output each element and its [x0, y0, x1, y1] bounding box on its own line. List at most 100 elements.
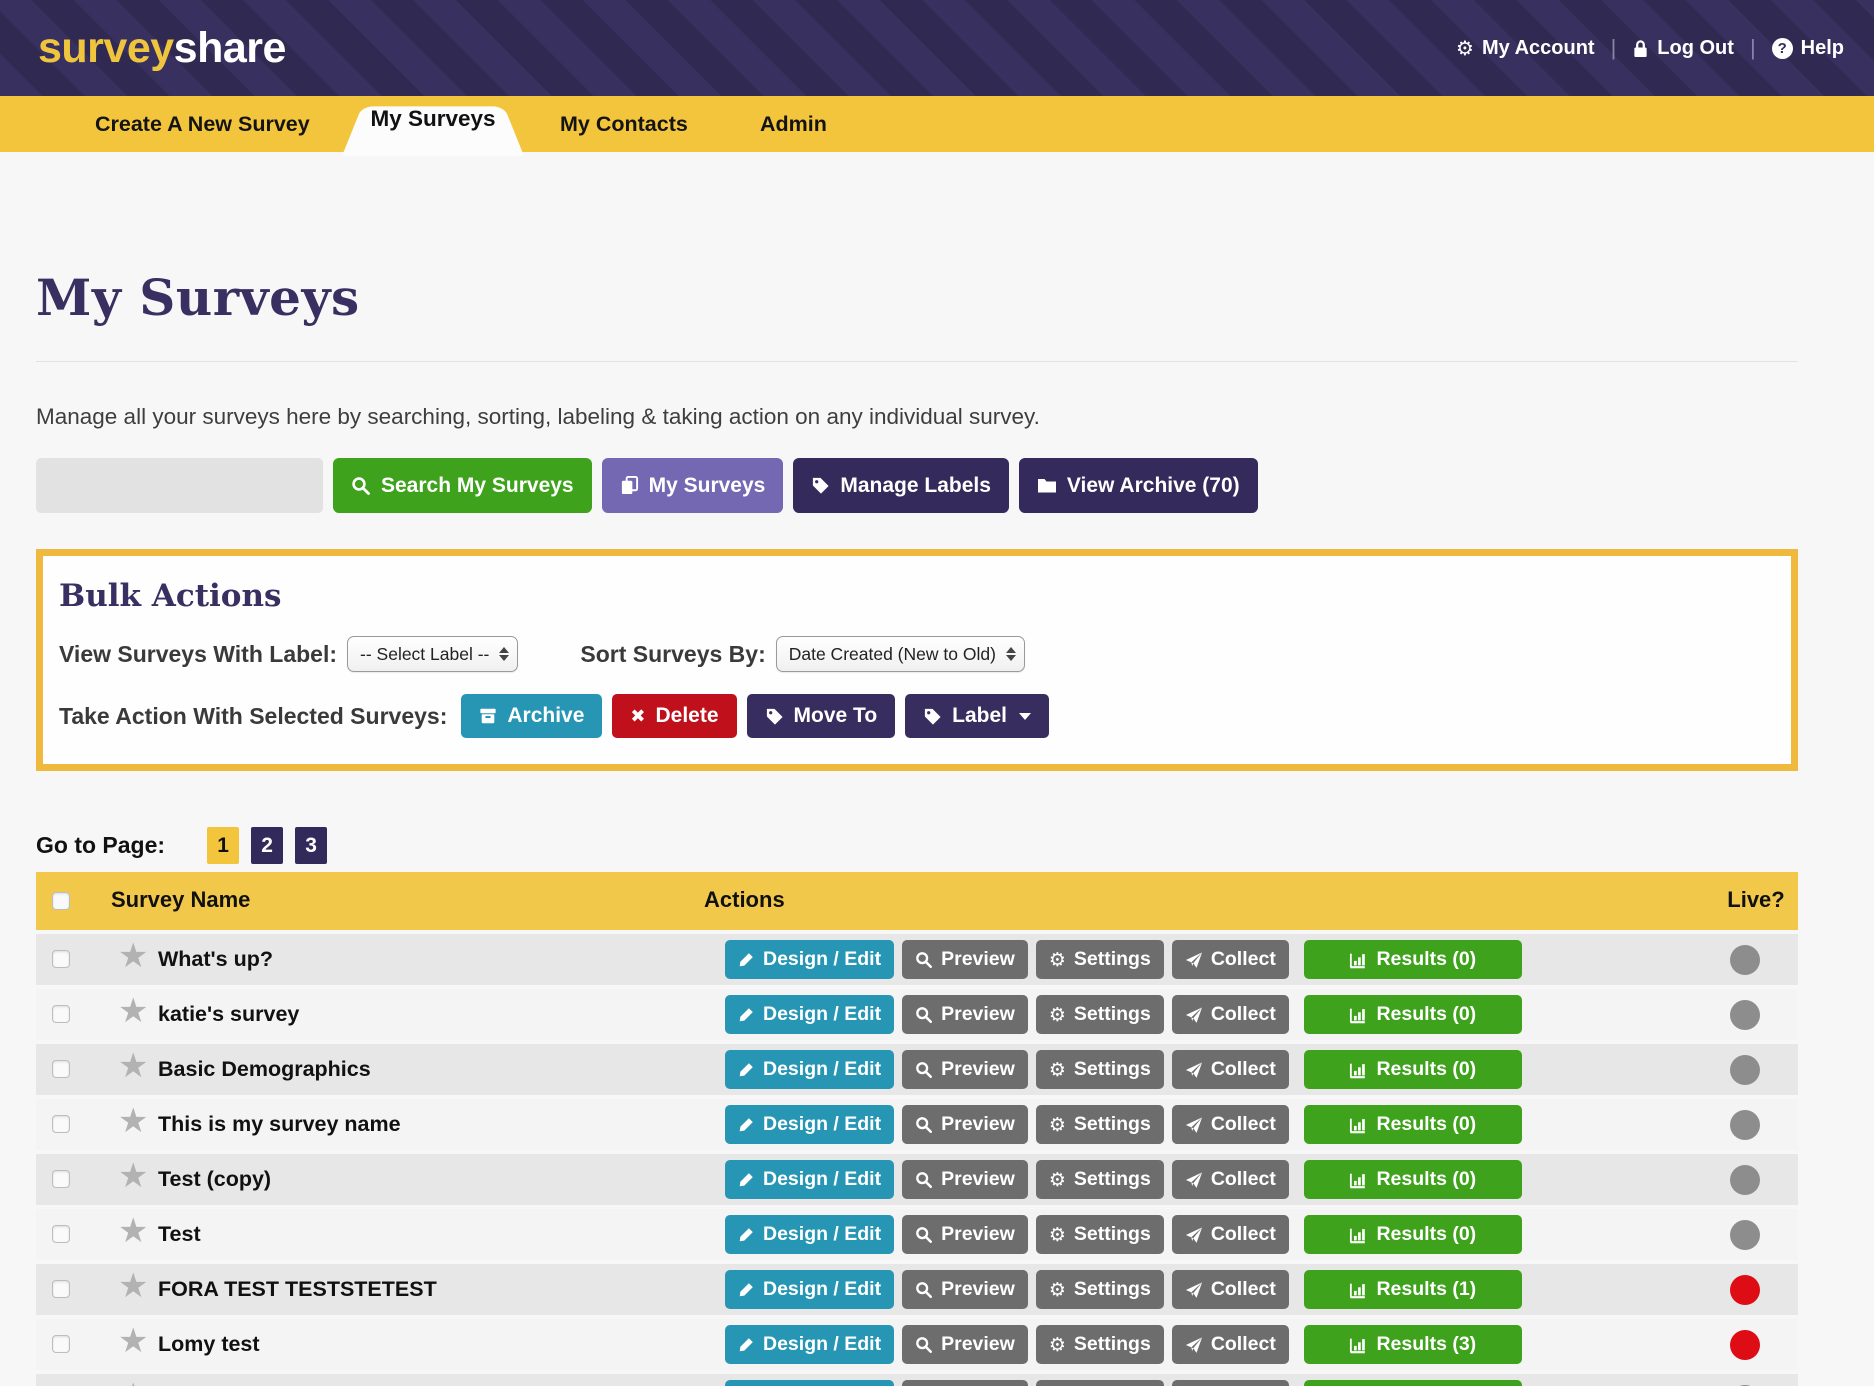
copy-icon [620, 475, 639, 496]
collect-button[interactable]: Collect [1172, 940, 1289, 979]
design-edit-button[interactable]: Design / Edit [725, 1270, 894, 1309]
collect-button[interactable]: Collect [1172, 1325, 1289, 1364]
star-icon[interactable]: ★ [118, 1321, 148, 1361]
results-button[interactable]: Results (0) [1304, 1380, 1522, 1386]
delete-button[interactable]: ✖ Delete [612, 694, 736, 738]
bar-chart-icon [1349, 1281, 1368, 1299]
design-edit-label: Design / Edit [763, 1223, 881, 1246]
design-edit-button[interactable]: Design / Edit [725, 995, 894, 1034]
design-edit-label: Design / Edit [763, 1003, 881, 1026]
results-button[interactable]: Results (0) [1304, 1160, 1522, 1199]
tab-admin[interactable]: Admin [760, 96, 827, 152]
bar-chart-icon [1349, 1116, 1368, 1134]
settings-button[interactable]: ⚙ Settings [1036, 1270, 1164, 1309]
results-label: Results (0) [1376, 1168, 1476, 1191]
preview-button[interactable]: Preview [902, 1215, 1028, 1254]
label-select[interactable]: -- Select Label -- [347, 636, 518, 672]
bulk-filter-row: View Surveys With Label: -- Select Label… [59, 636, 1775, 672]
view-archive-button[interactable]: View Archive (70) [1019, 458, 1258, 513]
design-edit-button[interactable]: Design / Edit [725, 1325, 894, 1364]
row-checkbox[interactable] [52, 1225, 70, 1243]
search-input[interactable] [36, 458, 323, 513]
paper-plane-icon [1185, 1006, 1203, 1024]
results-button[interactable]: Results (0) [1304, 1050, 1522, 1089]
results-button[interactable]: Results (0) [1304, 1105, 1522, 1144]
collect-button[interactable]: Collect [1172, 1160, 1289, 1199]
table-row: ★ This is my survey name Design / Edit P… [36, 1099, 1798, 1150]
settings-button[interactable]: ⚙ Settings [1036, 1215, 1164, 1254]
settings-button[interactable]: ⚙ Settings [1036, 995, 1164, 1034]
label-dropdown-button[interactable]: Label [905, 694, 1049, 738]
star-icon[interactable]: ★ [118, 1211, 148, 1251]
collect-button[interactable]: Collect [1172, 1105, 1289, 1144]
row-checkbox[interactable] [52, 1115, 70, 1133]
design-edit-button[interactable]: Design / Edit [725, 1050, 894, 1089]
row-checkbox[interactable] [52, 1280, 70, 1298]
preview-button[interactable]: Preview [902, 1050, 1028, 1089]
table-row: ★ Test Design / Edit Preview ⚙ Settings [36, 1209, 1798, 1260]
page-button-3[interactable]: 3 [295, 827, 327, 864]
collect-button[interactable]: Collect [1172, 1050, 1289, 1089]
results-button[interactable]: Results (3) [1304, 1325, 1522, 1364]
archive-button[interactable]: Archive [461, 694, 602, 738]
preview-button[interactable]: Preview [902, 940, 1028, 979]
settings-button[interactable]: ⚙ Settings [1036, 1050, 1164, 1089]
results-button[interactable]: Results (0) [1304, 940, 1522, 979]
preview-button[interactable]: Preview [902, 1325, 1028, 1364]
star-icon[interactable]: ★ [118, 1156, 148, 1196]
preview-button[interactable]: Preview [902, 1270, 1028, 1309]
collect-button[interactable]: Collect [1172, 1215, 1289, 1254]
design-edit-button[interactable]: Design / Edit [725, 1215, 894, 1254]
preview-button[interactable]: Preview [902, 1380, 1028, 1386]
my-account-link[interactable]: ⚙ My Account [1456, 36, 1595, 60]
take-action-label: Take Action With Selected Surveys: [59, 703, 447, 730]
page-button-1[interactable]: 1 [207, 827, 239, 864]
settings-button[interactable]: ⚙ Settings [1036, 1105, 1164, 1144]
tab-my-surveys[interactable]: My Surveys [342, 84, 524, 156]
search-icon [915, 1006, 933, 1024]
log-out-link[interactable]: Log Out [1632, 37, 1734, 60]
settings-button[interactable]: ⚙ Settings [1036, 1160, 1164, 1199]
star-icon[interactable]: ★ [118, 1376, 148, 1386]
results-button[interactable]: Results (1) [1304, 1270, 1522, 1309]
design-edit-button[interactable]: Design / Edit [725, 1160, 894, 1199]
row-checkbox[interactable] [52, 1170, 70, 1188]
select-all-checkbox[interactable] [52, 892, 70, 910]
page-button-2[interactable]: 2 [251, 827, 283, 864]
design-edit-button[interactable]: Design / Edit [725, 1380, 894, 1386]
results-button[interactable]: Results (0) [1304, 995, 1522, 1034]
settings-label: Settings [1074, 1168, 1151, 1191]
row-checkbox[interactable] [52, 950, 70, 968]
collect-button[interactable]: Collect [1172, 995, 1289, 1034]
preview-button[interactable]: Preview [902, 1105, 1028, 1144]
design-edit-button[interactable]: Design / Edit [725, 940, 894, 979]
collect-button[interactable]: Collect [1172, 1270, 1289, 1309]
results-button[interactable]: Results (0) [1304, 1215, 1522, 1254]
collect-button[interactable]: Collect [1172, 1380, 1289, 1386]
star-icon[interactable]: ★ [118, 991, 148, 1031]
tab-my-contacts[interactable]: My Contacts [560, 96, 688, 152]
search-surveys-button[interactable]: Search My Surveys [333, 458, 592, 513]
star-icon[interactable]: ★ [118, 1266, 148, 1306]
manage-labels-button[interactable]: Manage Labels [793, 458, 1009, 513]
settings-button[interactable]: ⚙ Settings [1036, 1325, 1164, 1364]
design-edit-button[interactable]: Design / Edit [725, 1105, 894, 1144]
star-icon[interactable]: ★ [118, 936, 148, 976]
settings-button[interactable]: ⚙ Settings [1036, 940, 1164, 979]
row-checkbox[interactable] [52, 1005, 70, 1023]
star-icon[interactable]: ★ [118, 1101, 148, 1141]
bulk-action-row: Take Action With Selected Surveys: Archi… [59, 694, 1775, 738]
tab-create-new-survey[interactable]: Create A New Survey [95, 96, 310, 152]
row-checkbox[interactable] [52, 1060, 70, 1078]
settings-button[interactable]: ⚙ Settings [1036, 1380, 1164, 1386]
preview-label: Preview [941, 1223, 1015, 1246]
sort-select[interactable]: Date Created (New to Old) [776, 636, 1025, 672]
pencil-icon [738, 1006, 755, 1023]
my-surveys-button[interactable]: My Surveys [602, 458, 784, 513]
move-to-button[interactable]: Move To [747, 694, 896, 738]
preview-button[interactable]: Preview [902, 995, 1028, 1034]
row-checkbox[interactable] [52, 1335, 70, 1353]
help-link[interactable]: ? Help [1772, 37, 1844, 60]
preview-button[interactable]: Preview [902, 1160, 1028, 1199]
star-icon[interactable]: ★ [118, 1046, 148, 1086]
